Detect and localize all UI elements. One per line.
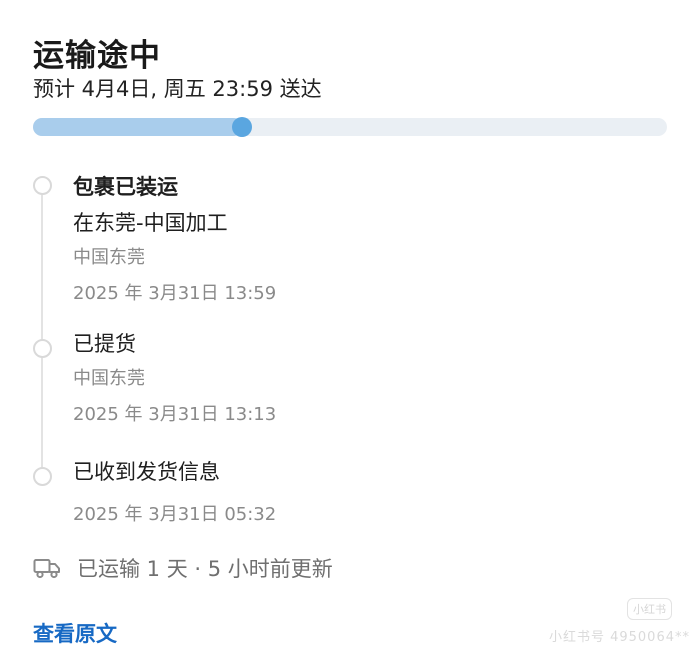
watermark-text: 小红书号 4950064** <box>548 630 690 645</box>
progress-indicator <box>232 117 253 137</box>
watermark-logo: 小红书 <box>627 598 672 620</box>
timeline-event: 包裹已装运 在东莞-中国加工 中国东莞 2025 年 3月31日 13:59 <box>73 171 276 305</box>
transit-summary: 已运输 1 天 · 5 小时前更新 <box>33 553 333 583</box>
transit-summary-text: 已运输 1 天 · 5 小时前更新 <box>77 557 333 581</box>
timeline-dot <box>33 176 52 195</box>
truck-icon <box>33 559 60 579</box>
event-title: 包裹已装运 <box>73 175 178 199</box>
event-location: 中国东莞 <box>73 247 145 268</box>
progress-fill <box>33 118 243 136</box>
event-time: 2025 年 3月31日 05:32 <box>73 504 277 525</box>
timeline-event: 已收到发货信息 2025 年 3月31日 05:32 <box>73 456 276 526</box>
event-time: 2025 年 3月31日 13:13 <box>73 404 277 425</box>
timeline-event: 已提货 中国东莞 2025 年 3月31日 13:13 <box>73 328 276 426</box>
view-original-link[interactable]: 查看原文 <box>33 618 117 648</box>
estimated-delivery-text: 预计 4月4日, 周五 23:59 送达 <box>33 77 322 101</box>
timeline-connector <box>41 184 43 475</box>
delivery-progress-bar <box>33 117 667 137</box>
event-title: 已提货 <box>73 332 136 356</box>
event-time: 2025 年 3月31日 13:59 <box>73 283 277 304</box>
timeline-dot <box>33 467 52 486</box>
event-title: 已收到发货信息 <box>73 460 220 484</box>
event-location: 中国东莞 <box>73 368 145 389</box>
event-subtitle: 在东莞-中国加工 <box>73 211 228 235</box>
timeline-dot <box>33 339 52 358</box>
shipment-status-title: 运输途中 <box>33 38 161 74</box>
